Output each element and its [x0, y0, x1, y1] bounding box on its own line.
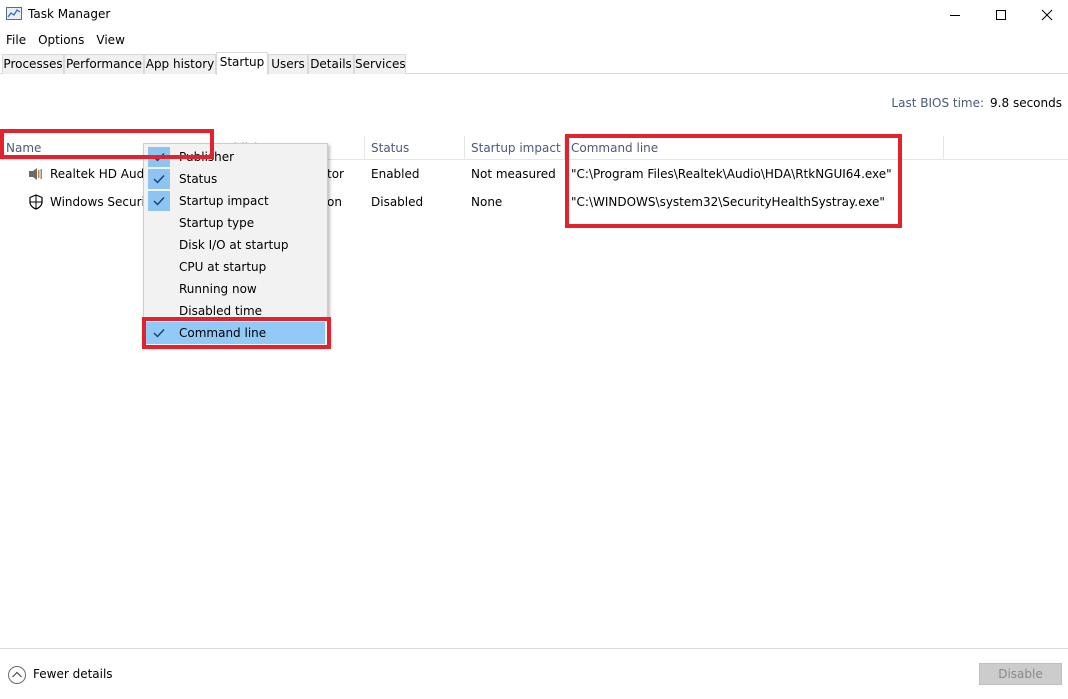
row-publisher: tor: [327, 167, 344, 181]
row-name: Windows Security: [50, 195, 144, 209]
bios-time-value: 9.8 seconds: [990, 96, 1062, 110]
bios-time: Last BIOS time: 9.8 seconds: [891, 96, 1062, 110]
menu-item-disabled-time[interactable]: Disabled time: [146, 300, 325, 322]
row-impact: None: [471, 195, 503, 209]
menu-item-running-now[interactable]: Running now: [146, 278, 325, 300]
menu-item-label: Startup type: [179, 216, 255, 230]
row-status: Enabled: [371, 167, 420, 181]
column-header-startup-impact[interactable]: Startup impact: [465, 136, 565, 160]
menu-item-status[interactable]: Status: [146, 168, 325, 190]
menu-item-publisher[interactable]: Publisher: [146, 146, 325, 168]
column-context-menu: Publisher Status Startup impact Startup …: [143, 143, 328, 346]
tab-performance[interactable]: Performance: [64, 54, 144, 74]
menu-item-label: Command line: [179, 326, 267, 340]
maximize-icon: [996, 10, 1006, 20]
checkmark-icon: [148, 169, 170, 189]
disable-button[interactable]: Disable: [979, 663, 1062, 685]
menu-item-label: CPU at startup: [179, 260, 267, 274]
fewer-details-link[interactable]: Fewer details: [33, 667, 113, 681]
tab-startup[interactable]: Startup: [216, 52, 268, 75]
menu-item-cpu[interactable]: CPU at startup: [146, 256, 325, 278]
tab-strip: Processes Performance App history Startu…: [0, 52, 1068, 75]
tab-processes[interactable]: Processes: [2, 54, 64, 74]
row-name: Realtek HD Audio: [50, 167, 144, 181]
task-manager-icon: [6, 7, 22, 20]
menu-bar: File Options View: [0, 30, 131, 50]
menu-item-label: Disabled time: [179, 304, 263, 318]
minimize-icon: [950, 15, 960, 16]
menu-item-label: Publisher: [179, 150, 235, 164]
menu-item-startup-type[interactable]: Startup type: [146, 212, 325, 234]
row-command-line: "C:\WINDOWS\system32\SecurityHealthSystr…: [571, 195, 885, 209]
tab-details[interactable]: Details: [308, 54, 354, 74]
menu-item-label: Status: [179, 172, 218, 186]
tab-services[interactable]: Services: [354, 54, 406, 74]
menu-file[interactable]: File: [0, 30, 32, 50]
speaker-icon: [29, 168, 42, 180]
menu-item-startup-impact[interactable]: Startup impact: [146, 190, 325, 212]
close-button[interactable]: [1024, 0, 1068, 30]
menu-options[interactable]: Options: [32, 30, 90, 50]
row-publisher: on: [327, 195, 342, 209]
checkmark-icon: [148, 147, 170, 167]
title-bar: Task Manager: [0, 0, 1068, 30]
column-header-command-line[interactable]: Command line: [565, 136, 944, 160]
checkmark-icon: [148, 323, 170, 343]
maximize-button[interactable]: [978, 0, 1024, 30]
footer-bar: Fewer details Disable: [0, 648, 1068, 699]
row-command-line: "C:\Program Files\Realtek\Audio\HDA\RtkN…: [571, 167, 891, 181]
tab-app-history[interactable]: App history: [144, 54, 216, 74]
menu-item-disk-io[interactable]: Disk I/O at startup: [146, 234, 325, 256]
tab-users[interactable]: Users: [268, 54, 308, 74]
column-header-status[interactable]: Status: [365, 136, 465, 160]
bios-time-label: Last BIOS time:: [891, 96, 985, 110]
menu-item-command-line[interactable]: Command line: [146, 322, 325, 344]
close-icon: [1041, 9, 1053, 21]
window-title: Task Manager: [28, 7, 111, 21]
menu-item-label: Startup impact: [179, 194, 269, 208]
row-impact: Not measured: [471, 167, 556, 181]
menu-view[interactable]: View: [90, 30, 130, 50]
menu-item-label: Running now: [179, 282, 257, 296]
minimize-button[interactable]: [932, 0, 978, 30]
chevron-up-circle-icon[interactable]: [7, 665, 27, 685]
checkmark-icon: [148, 191, 170, 211]
row-status: Disabled: [371, 195, 424, 209]
menu-item-label: Disk I/O at startup: [179, 238, 289, 252]
shield-icon: [29, 194, 43, 210]
